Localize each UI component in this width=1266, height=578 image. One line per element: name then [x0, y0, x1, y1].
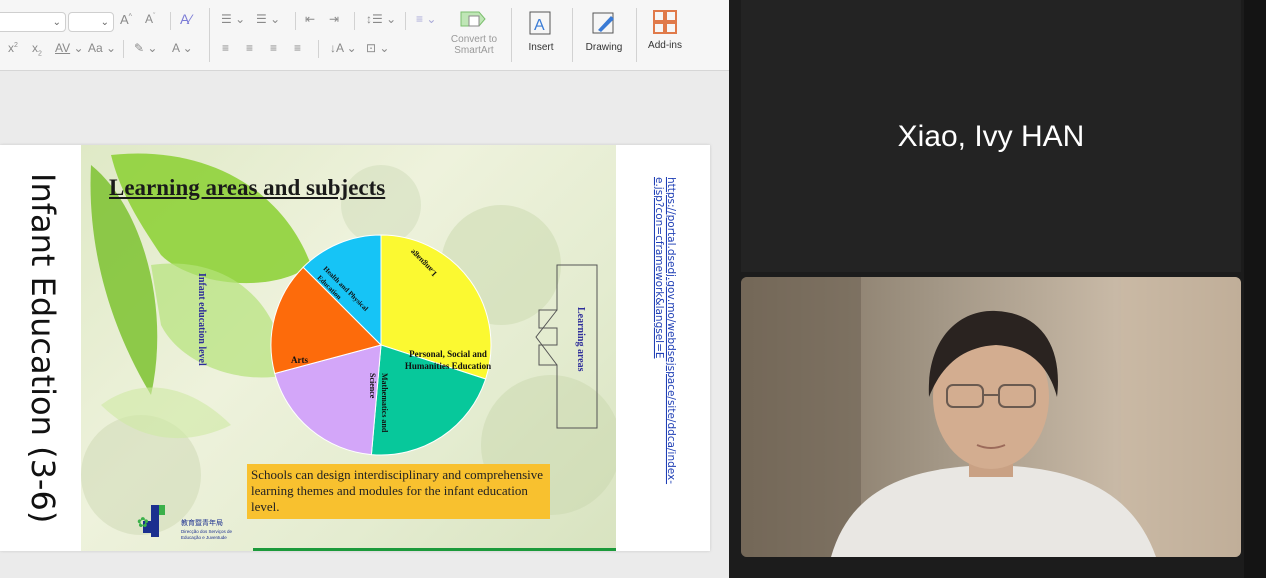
svg-text:教育暨青年局: 教育暨青年局: [181, 518, 223, 527]
pie-label-math-line1: Mathematics and: [380, 373, 389, 433]
reference-link[interactable]: https://portal.dsedj.gov.mo/webdsejspace…: [638, 175, 688, 545]
highlight-color-icon[interactable]: ✎ ⌄: [134, 41, 157, 55]
participant-name-tile[interactable]: Xiao, Ivy HAN: [741, 0, 1241, 272]
separator: [354, 12, 355, 30]
smartart-icon: [460, 11, 486, 27]
window-edge: [1244, 0, 1266, 578]
add-ins-button[interactable]: Add-ins: [642, 8, 688, 51]
separator: [572, 8, 573, 62]
participant-avatar-image: [741, 277, 1241, 557]
slide-content-panel: Learning areas and subjects Infant educa…: [81, 145, 616, 551]
change-case-icon[interactable]: Aa ⌄: [88, 41, 116, 55]
bullets-icon[interactable]: ☰ ⌄: [221, 12, 245, 26]
separator: [170, 12, 171, 30]
svg-text:e.jsp?con=cframework&langsel=E: e.jsp?con=cframework&langsel=E: [653, 177, 665, 359]
separator: [123, 40, 124, 58]
subscript-icon[interactable]: x2: [32, 41, 42, 57]
align-right-icon[interactable]: ≡: [270, 41, 277, 55]
separator: [318, 40, 319, 58]
insert-button[interactable]: A Insert: [518, 8, 564, 53]
numbering-icon[interactable]: ☰ ⌄: [256, 12, 280, 26]
superscript-icon[interactable]: x2: [8, 41, 18, 55]
decrease-indent-icon[interactable]: ⇤: [305, 12, 315, 26]
pie-label-arts: Arts: [291, 355, 308, 365]
participant-video-feed[interactable]: [741, 277, 1241, 557]
line-spacing-icon[interactable]: ↕☰ ⌄: [366, 12, 396, 26]
drawing-pen-icon: [592, 12, 614, 34]
learning-areas-bracket: [538, 264, 598, 429]
font-size-dropdown[interactable]: ⌄: [68, 12, 114, 32]
pie-label-math-line2: Science: [368, 373, 377, 399]
video-call-panel: Xiao, Ivy HAN: [729, 0, 1266, 578]
insert-text-box-icon: A: [529, 11, 551, 35]
separator: [636, 8, 637, 62]
drawing-button[interactable]: Drawing: [578, 8, 630, 53]
add-ins-grid-icon: [653, 10, 677, 34]
columns-icon[interactable]: ≡ ⌄: [416, 12, 436, 26]
text-direction-icon[interactable]: ↓A ⌄: [330, 41, 357, 55]
ribbon-toolbar: ⌄ ⌄ A^ Aˇ A⁄ ☰ ⌄ ☰ ⌄ ⇤ ⇥ ↕☰ ⌄ ≡ ⌄ Conver…: [0, 0, 729, 71]
font-name-dropdown[interactable]: ⌄: [0, 12, 66, 32]
font-color-icon[interactable]: A ⌄: [172, 41, 193, 55]
svg-text:Direcção dos Serviços de: Direcção dos Serviços de: [181, 529, 233, 534]
convert-to-smartart-button[interactable]: Convert to SmartArt: [444, 8, 504, 56]
svg-text:A: A: [534, 17, 545, 34]
justify-icon[interactable]: ≡: [294, 41, 301, 55]
svg-text:✿: ✿: [137, 516, 149, 531]
decrease-font-size-icon[interactable]: Aˇ: [145, 12, 155, 26]
slide[interactable]: Infant Education (3-6) Learning areas an…: [0, 145, 710, 551]
align-center-icon[interactable]: ≡: [246, 41, 253, 55]
svg-text:https://portal.dsedj.gov.mo/we: https://portal.dsedj.gov.mo/webdsejspace…: [665, 177, 677, 484]
pie-label-personal-line2: Humanities Education: [405, 361, 491, 371]
powerpoint-window: ⌄ ⌄ A^ Aˇ A⁄ ☰ ⌄ ☰ ⌄ ⇤ ⇥ ↕☰ ⌄ ≡ ⌄ Conver…: [0, 0, 729, 578]
infant-level-label: Infant education level: [196, 273, 207, 366]
character-spacing-icon[interactable]: AV ⌄: [55, 41, 84, 55]
separator: [295, 12, 296, 30]
svg-text:Infant Education (3-6): Infant Education (3-6): [24, 173, 62, 523]
callout-box: Schools can design interdisciplinary and…: [247, 464, 550, 519]
dsej-logo: ✿ 教育暨青年局 Direcção dos Serviços de Educaç…: [137, 505, 233, 540]
slide-side-title: Infant Education (3-6): [24, 173, 62, 523]
separator: [511, 8, 512, 62]
increase-indent-icon[interactable]: ⇥: [329, 12, 339, 26]
learning-areas-label: Learning areas: [575, 307, 586, 372]
clear-formatting-icon[interactable]: A⁄: [180, 11, 192, 27]
align-left-icon[interactable]: ≡: [222, 41, 229, 55]
participant-name: Xiao, Ivy HAN: [897, 120, 1085, 153]
align-text-icon[interactable]: ⊡ ⌄: [366, 41, 389, 55]
increase-font-size-icon[interactable]: A^: [120, 12, 132, 27]
separator: [209, 8, 210, 62]
separator: [405, 12, 406, 30]
pie-label-personal-line1: Personal, Social and: [409, 349, 487, 359]
svg-text:Educação e Juventude: Educação e Juventude: [181, 535, 227, 540]
